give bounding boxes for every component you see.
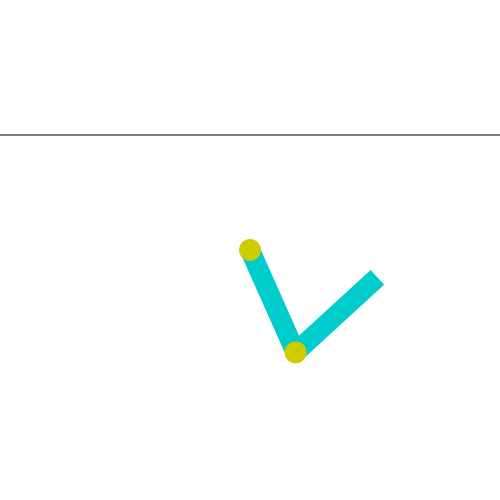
- elbow-joint: [284, 341, 307, 364]
- pivot-joint: [239, 239, 261, 261]
- acrobot-scene: [0, 0, 500, 500]
